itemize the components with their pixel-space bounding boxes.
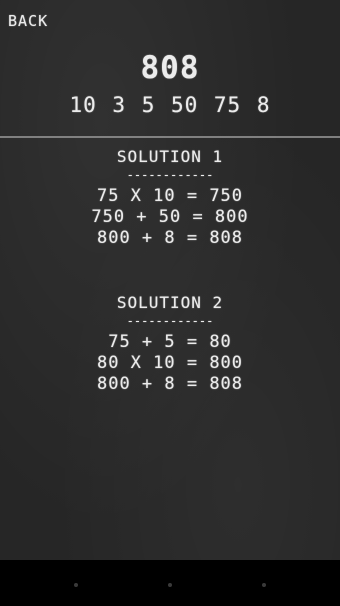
recent-apps-icon[interactable] bbox=[262, 583, 266, 587]
back-icon[interactable] bbox=[74, 583, 78, 587]
available-numbers: 10 3 5 50 75 8 bbox=[69, 93, 271, 117]
back-button[interactable]: BACK bbox=[8, 12, 48, 30]
solution-step: 80 X 10 = 800 bbox=[96, 353, 244, 373]
system-nav-bar bbox=[0, 560, 340, 606]
header-divider bbox=[0, 136, 340, 138]
solution-step: 750 + 50 = 800 bbox=[91, 207, 249, 227]
solution-underline: ------------ bbox=[126, 168, 214, 182]
solution-step: 800 + 8 = 808 bbox=[96, 374, 244, 394]
home-icon[interactable] bbox=[168, 583, 172, 587]
solution-title: SOLUTION 1 bbox=[116, 147, 224, 166]
solution-block-1: SOLUTION 1 ------------ 75 X 10 = 750 75… bbox=[0, 146, 340, 249]
solution-step: 75 + 5 = 80 bbox=[108, 332, 232, 352]
solution-step: 800 + 8 = 808 bbox=[96, 228, 244, 248]
chalkboard-screen: BACK 808 10 3 5 50 75 8 SOLUTION 1 -----… bbox=[0, 0, 340, 606]
solution-step: 75 X 10 = 750 bbox=[96, 186, 244, 206]
solution-title: SOLUTION 2 bbox=[116, 293, 224, 312]
solution-block-2: SOLUTION 2 ------------ 75 + 5 = 80 80 X… bbox=[0, 292, 340, 395]
target-number: 808 bbox=[140, 50, 200, 86]
solution-underline: ------------ bbox=[126, 314, 214, 328]
